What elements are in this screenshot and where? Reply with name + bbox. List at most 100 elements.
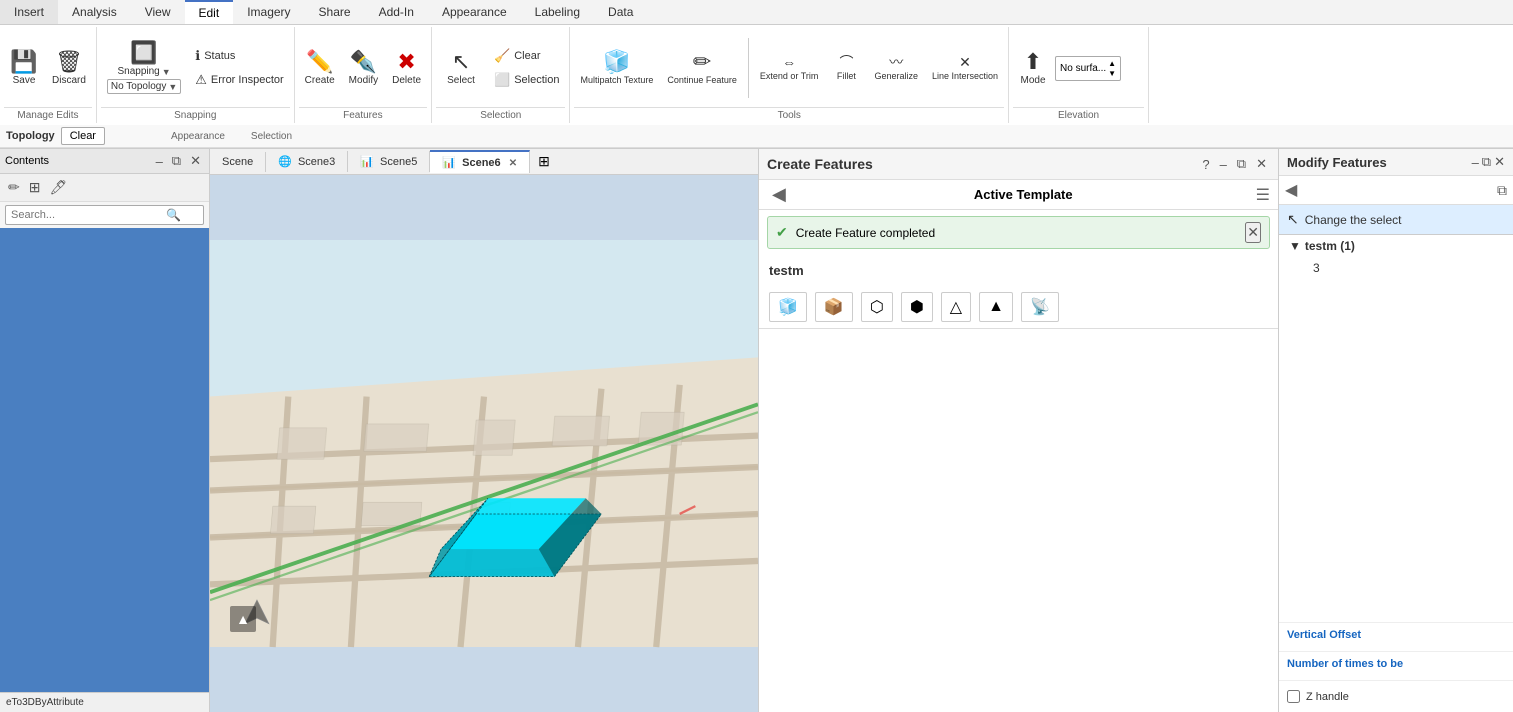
tab-imagery[interactable]: Imagery <box>233 0 304 24</box>
discard-button[interactable]: 🗑 Discard <box>46 47 92 90</box>
nav-arrow[interactable]: ▲ <box>230 606 256 632</box>
tab-edit[interactable]: Edit <box>185 0 234 24</box>
ribbon-content: 💾 Save 🗑 Discard Manage Edits 🔲 Snapping… <box>0 25 1513 125</box>
success-close-button[interactable]: ✕ <box>1245 222 1261 243</box>
tab-view[interactable]: View <box>131 0 185 24</box>
vertical-offset-section: Vertical Offset <box>1279 622 1513 651</box>
fillet-button[interactable]: ⌒ Fillet <box>826 51 866 85</box>
create-features-close[interactable]: ✕ <box>1253 155 1270 173</box>
save-button[interactable]: 💾 Save <box>4 47 44 90</box>
scene-tab-scene[interactable]: Scene <box>210 152 266 172</box>
z-handle-label: Z handle <box>1306 691 1349 703</box>
create-features-controls: ? – ⧉ ✕ <box>1199 155 1270 173</box>
manage-edits-group-label: Manage Edits <box>4 107 92 121</box>
error-inspector-button[interactable]: ⚠ Error Inspector <box>189 69 289 91</box>
generalize-button[interactable]: 〰 Generalize <box>868 51 924 85</box>
scene6-close-icon[interactable]: ✕ <box>509 158 517 169</box>
selection-icon: ⬜ <box>494 72 510 88</box>
separator-1 <box>748 38 749 98</box>
change-select-button[interactable]: ↖ Change the select <box>1279 205 1513 235</box>
template-icon-3d-box[interactable]: 🧊 <box>769 292 807 322</box>
scroll-up-icon[interactable]: ▲ <box>1108 59 1116 68</box>
multipatch-texture-label: Multipatch Texture <box>580 75 653 85</box>
search-input[interactable] <box>11 209 166 221</box>
snapping-dropdown-arrow: ▼ <box>162 67 171 77</box>
status-button[interactable]: ℹ Status <box>189 45 289 67</box>
continue-feature-button[interactable]: ✏ Continue Feature <box>661 47 743 89</box>
modify-button[interactable]: ✒️ Modify <box>343 47 384 90</box>
modify-back-button[interactable]: ◀ <box>1285 180 1297 200</box>
snapping-icon: 🔲 <box>130 42 157 64</box>
tree-expand-icon[interactable]: ▼ <box>1289 239 1301 253</box>
template-icon-hex-fill[interactable]: ⬢ <box>901 292 933 322</box>
left-panel-toolbar: ✏ ⊞ 🖊 <box>0 174 209 202</box>
scroll-down-icon[interactable]: ▼ <box>1108 69 1116 78</box>
scene-tab-scene5[interactable]: 📊 Scene5 <box>348 151 430 172</box>
tab-share[interactable]: Share <box>305 0 365 24</box>
select-icon: ↖ <box>452 51 470 73</box>
grid-tool-button[interactable]: ⊞ <box>26 178 44 197</box>
snapping-button[interactable]: 🔲 Snapping ▼ No Topology ▼ <box>101 38 187 98</box>
success-icon: ✔ <box>776 224 788 241</box>
highlight-tool-button[interactable]: 🖊 <box>46 178 70 197</box>
modify-layers-icon[interactable]: ⧉ <box>1497 182 1507 199</box>
selection-button[interactable]: ⬜ Selection <box>488 69 565 91</box>
map-svg <box>210 175 758 712</box>
left-panel-close[interactable]: ✕ <box>187 152 204 170</box>
left-panel-minimize[interactable]: – <box>153 152 166 170</box>
extend-trim-button[interactable]: ⇔ Extend or Trim <box>754 51 825 85</box>
ribbon: Insert Analysis View Edit Imagery Share … <box>0 0 1513 149</box>
create-features-panel: Create Features ? – ⧉ ✕ ◀ Active Templat… <box>758 149 1278 712</box>
number-of-times-label: Number of times to be <box>1287 658 1505 670</box>
snapping-group-label: Snapping <box>101 107 290 121</box>
tab-labeling[interactable]: Labeling <box>521 0 594 24</box>
template-icon-triangle-outline[interactable]: △ <box>941 292 971 322</box>
modify-panel-header: Modify Features – ⧉ ✕ <box>1279 149 1513 176</box>
tree-parent-label: testm (1) <box>1305 239 1355 253</box>
success-bar: ✔ Create Feature completed ✕ <box>767 216 1270 249</box>
create-button[interactable]: ✏️ Create <box>299 47 341 90</box>
create-features-minimize[interactable]: – <box>1217 156 1230 173</box>
left-panel-float[interactable]: ⧉ <box>169 152 184 170</box>
tree-parent-item: ▼ testm (1) <box>1279 235 1513 257</box>
tab-appearance[interactable]: Appearance <box>428 0 521 24</box>
tab-insert[interactable]: Insert <box>0 0 58 24</box>
selection-bar-label: Selection <box>251 131 292 142</box>
template-icon-triangle-fill[interactable]: ▲ <box>979 292 1013 322</box>
select-button[interactable]: ↖ Select <box>436 47 486 90</box>
extend-trim-icon: ⇔ <box>782 55 796 69</box>
tab-data[interactable]: Data <box>594 0 647 24</box>
create-features-header: Create Features ? – ⧉ ✕ <box>759 149 1278 180</box>
generalize-icon: 〰 <box>889 55 903 69</box>
z-handle-checkbox[interactable] <box>1287 690 1300 703</box>
template-icon-extrude[interactable]: 📦 <box>815 292 853 322</box>
scene-tab-scene6[interactable]: 📊 Scene6 ✕ <box>430 150 530 173</box>
delete-button[interactable]: ✖ Delete <box>386 47 427 90</box>
modify-nav: ◀ ⧉ <box>1279 176 1513 205</box>
create-features-float[interactable]: ⧉ <box>1234 155 1249 173</box>
modify-panel-float[interactable]: ⧉ <box>1482 154 1491 170</box>
tab-addin[interactable]: Add-In <box>365 0 428 24</box>
create-features-help[interactable]: ? <box>1199 156 1212 173</box>
draw-tool-button[interactable]: ✏ <box>5 178 23 197</box>
line-intersection-button[interactable]: ✕ Line Intersection <box>926 51 1004 85</box>
ribbon-group-tools: 🧊 Multipatch Texture ✏ Continue Feature … <box>570 27 1009 123</box>
modify-panel-close[interactable]: ✕ <box>1494 154 1505 170</box>
modify-panel-minimize[interactable]: – <box>1472 154 1479 170</box>
tab-analysis[interactable]: Analysis <box>58 0 131 24</box>
create-features-back[interactable]: ◀ <box>767 184 791 205</box>
scene-tab-options[interactable]: ⊞ <box>530 149 558 174</box>
template-icon-hex[interactable]: ⬡ <box>861 292 893 322</box>
multipatch-texture-button[interactable]: 🧊 Multipatch Texture <box>574 47 659 89</box>
ribbon-group-features: ✏️ Create ✒️ Modify ✖ Delete Features <box>295 27 432 123</box>
success-message: Create Feature completed <box>796 226 935 240</box>
mode-button[interactable]: ⬆ Mode <box>1013 47 1053 90</box>
discard-icon: 🗑 <box>55 51 83 73</box>
mode-label: Mode <box>1021 75 1046 86</box>
create-features-menu[interactable]: ☰ <box>1256 185 1270 205</box>
clear-button[interactable]: 🧹 Clear <box>488 45 565 67</box>
topology-clear-button[interactable]: Clear <box>61 127 105 145</box>
template-icon-antenna[interactable]: 📡 <box>1021 292 1059 322</box>
map-canvas[interactable]: ▲ <box>210 175 758 712</box>
scene-tab-scene3[interactable]: 🌐 Scene3 <box>266 151 348 172</box>
